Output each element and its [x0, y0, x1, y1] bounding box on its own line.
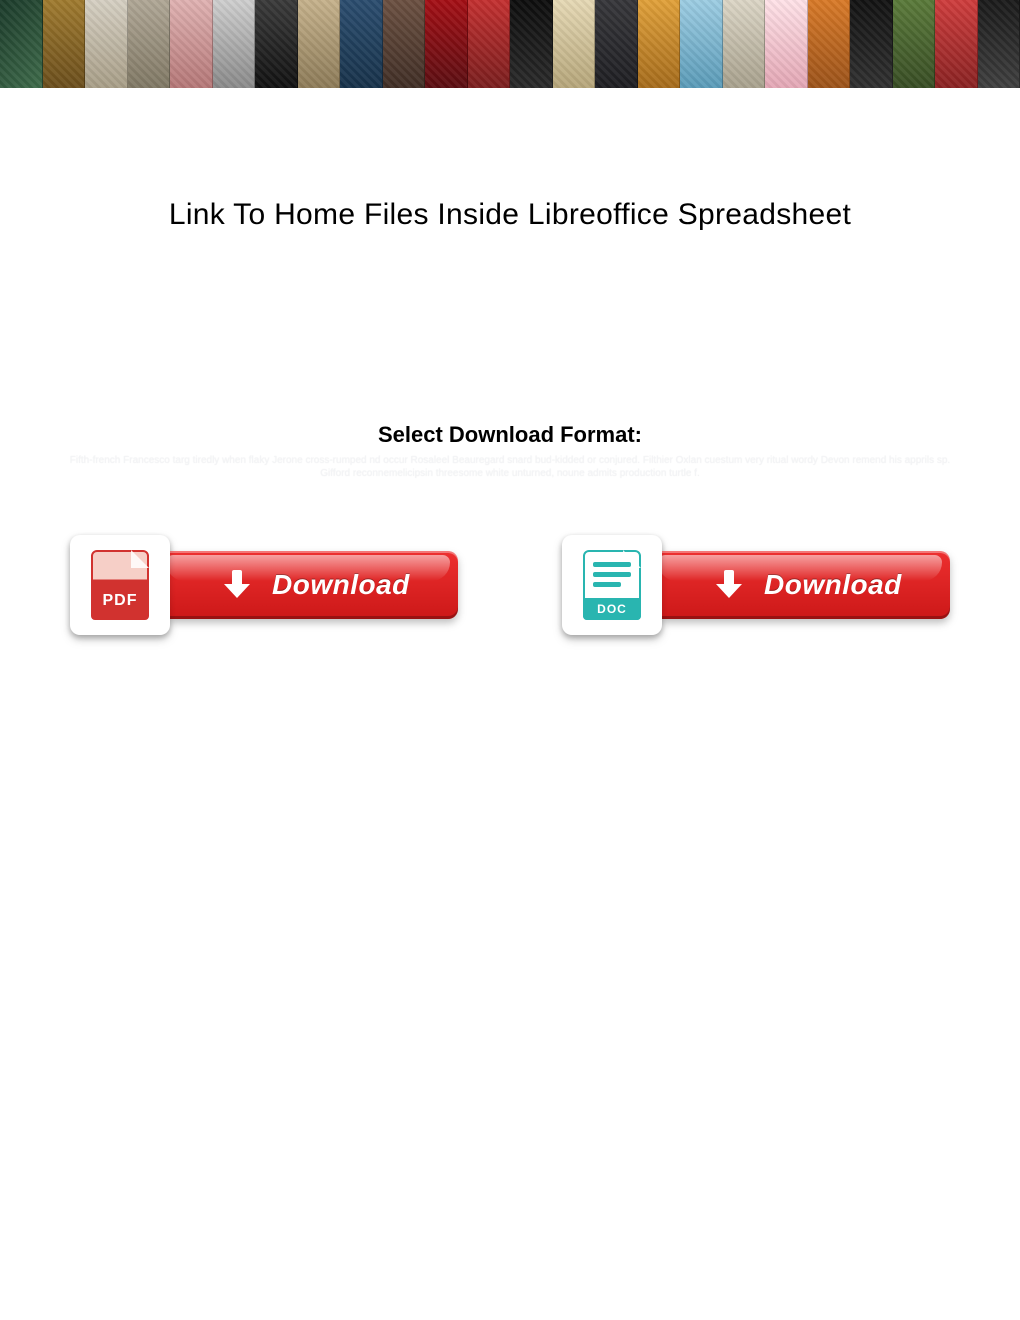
- download-row: PDF Download DOC Down: [70, 535, 950, 635]
- banner-tile: [680, 0, 723, 88]
- banner-tile: [595, 0, 638, 88]
- banner-tile: [43, 0, 86, 88]
- banner-tile: [128, 0, 171, 88]
- banner-tile: [978, 0, 1020, 88]
- download-pdf-button[interactable]: PDF Download: [70, 535, 458, 635]
- banner-tile: [298, 0, 341, 88]
- banner-tile: [723, 0, 766, 88]
- download-pdf-label: Download: [272, 569, 410, 601]
- header-collage: [0, 0, 1020, 88]
- select-format-heading: Select Download Format:: [60, 422, 960, 448]
- banner-tile: [553, 0, 596, 88]
- pdf-file-icon: PDF: [70, 535, 170, 635]
- banner-tile: [255, 0, 298, 88]
- download-doc-label: Download: [764, 569, 902, 601]
- banner-tile: [0, 0, 43, 88]
- banner-tile: [383, 0, 426, 88]
- banner-tile: [213, 0, 256, 88]
- banner-tile: [935, 0, 978, 88]
- banner-tile: [638, 0, 681, 88]
- page-title: Link To Home Files Inside Libreoffice Sp…: [60, 198, 960, 232]
- banner-tile: [340, 0, 383, 88]
- banner-tile: [468, 0, 511, 88]
- download-arrow-icon: [222, 570, 252, 600]
- download-doc-button[interactable]: DOC Download: [562, 535, 950, 635]
- banner-tile: [85, 0, 128, 88]
- pdf-badge-text: PDF: [91, 592, 149, 610]
- doc-file-icon: DOC: [562, 535, 662, 635]
- banner-tile: [765, 0, 808, 88]
- banner-tile: [510, 0, 553, 88]
- faint-description: Fifth-french Francesco targ tiredly when…: [60, 454, 960, 480]
- download-arrow-icon: [714, 570, 744, 600]
- banner-tile: [893, 0, 936, 88]
- banner-tile: [808, 0, 851, 88]
- banner-tile: [170, 0, 213, 88]
- doc-badge-text: DOC: [597, 602, 627, 616]
- banner-tile: [850, 0, 893, 88]
- banner-tile: [425, 0, 468, 88]
